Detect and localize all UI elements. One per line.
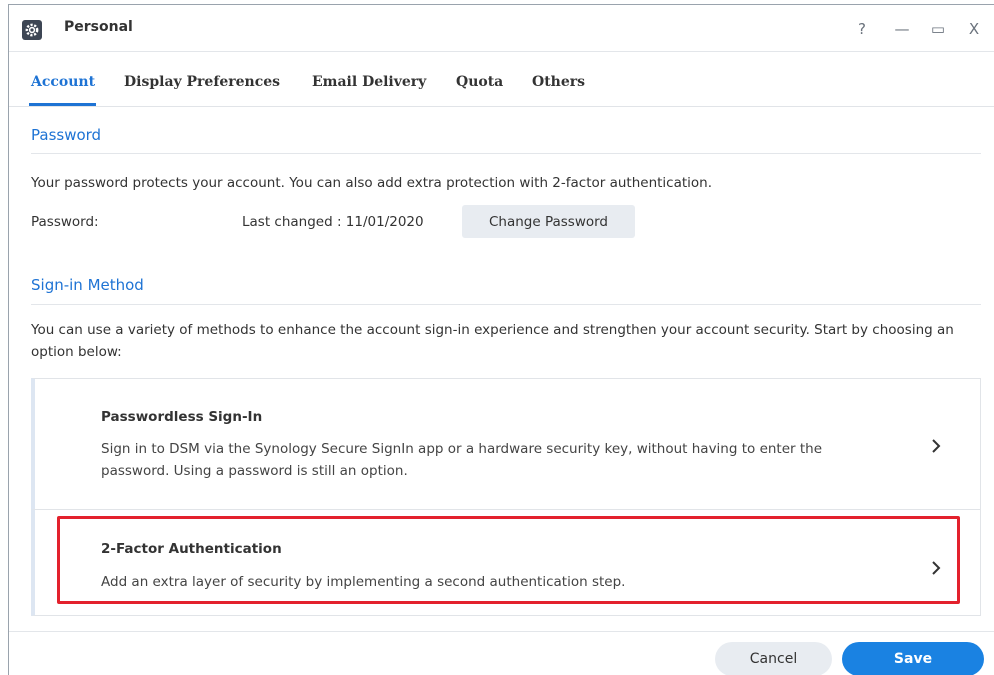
cancel-button[interactable]: Cancel — [715, 642, 832, 675]
tab-others[interactable]: Others — [532, 74, 585, 90]
option-description: Sign in to DSM via the Synology Secure S… — [101, 441, 823, 479]
active-tab-indicator — [29, 103, 96, 106]
passwordless-signin-option[interactable]: Passwordless Sign-In Sign in to DSM via … — [31, 378, 981, 510]
password-label: Password: — [31, 214, 99, 230]
signin-section-title: Sign-in Method — [31, 276, 144, 294]
tab-quota[interactable]: Quota — [456, 74, 503, 90]
maximize-icon: ▭ — [930, 20, 946, 38]
minimize-icon: — — [894, 20, 910, 38]
gear-icon — [22, 20, 42, 40]
save-button[interactable]: Save — [842, 642, 984, 675]
tab-email-delivery[interactable]: Email Delivery — [312, 74, 426, 90]
password-section-title: Password — [31, 126, 102, 144]
help-icon: ? — [858, 20, 866, 38]
section-divider — [31, 153, 981, 154]
password-last-changed: Last changed : 11/01/2020 — [242, 214, 424, 230]
tab-bar: Account Display Preferences Email Delive… — [9, 53, 994, 107]
option-title: Passwordless Sign-In — [101, 409, 263, 425]
signin-description: You can use a variety of methods to enha… — [31, 322, 954, 360]
change-password-button[interactable]: Change Password — [462, 205, 635, 238]
minimize-button[interactable]: — — [891, 18, 913, 40]
close-icon: X — [968, 20, 980, 38]
chevron-right-icon — [932, 439, 941, 453]
title-bar: Personal ? — ▭ X — [9, 5, 994, 52]
personal-window: Personal ? — ▭ X Account Display Prefere… — [8, 4, 994, 675]
highlight-box — [57, 516, 960, 604]
tab-account[interactable]: Account — [31, 74, 95, 90]
help-button[interactable]: ? — [851, 18, 873, 40]
password-description: Your password protects your account. You… — [31, 175, 713, 191]
window-title: Personal — [64, 19, 133, 35]
close-button[interactable]: X — [963, 18, 985, 40]
footer-divider — [9, 631, 994, 632]
tab-display-preferences[interactable]: Display Preferences — [124, 74, 280, 90]
maximize-button[interactable]: ▭ — [927, 18, 949, 40]
section-divider — [31, 304, 981, 305]
